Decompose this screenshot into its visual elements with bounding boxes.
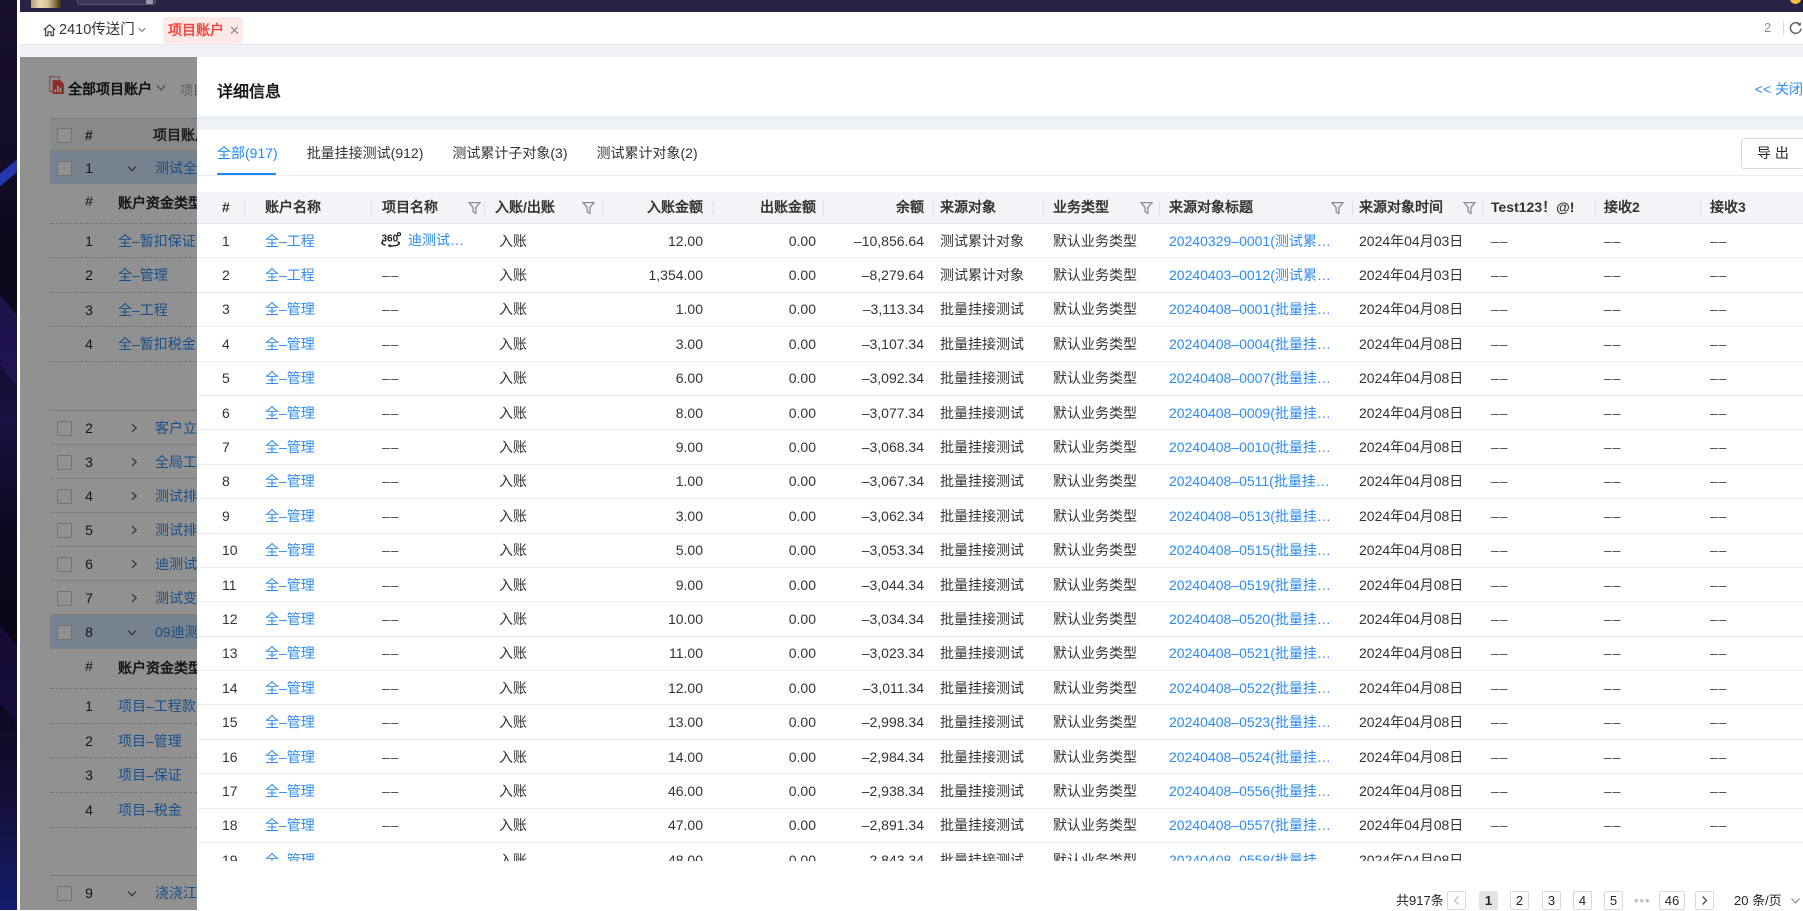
svg-text:360: 360 — [382, 233, 399, 244]
